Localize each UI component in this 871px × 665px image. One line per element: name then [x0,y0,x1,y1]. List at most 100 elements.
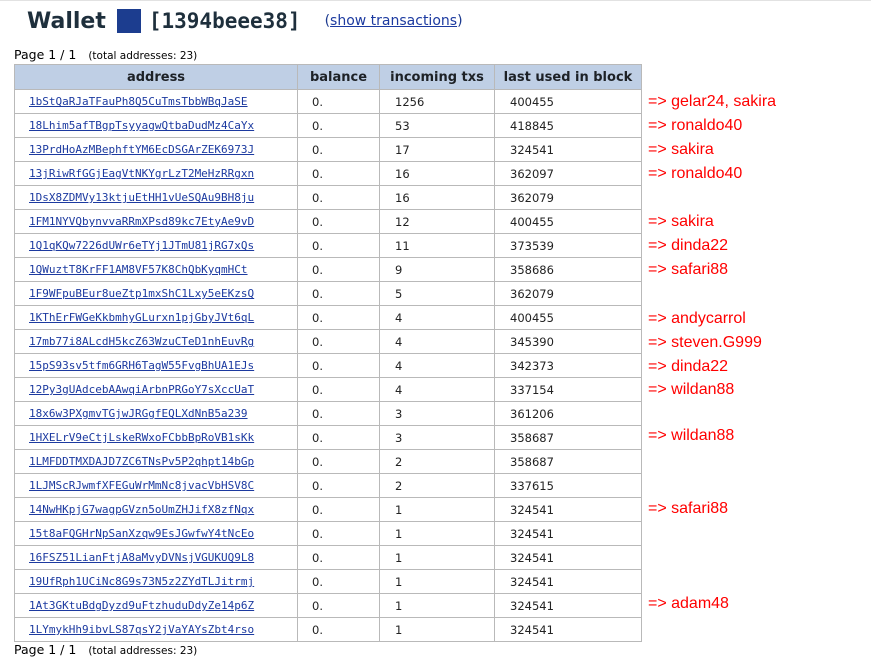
incoming-txs-cell: 1 [379,593,495,618]
table-row: 18Lhim5afTBgpTsyyagwQtbaDudMz4CaYx 0. 53 41… [14,113,642,138]
balance-cell: 0. [297,137,380,162]
address-link[interactable]: 1LJMScRJwmfXFEGuWrMmNc8jvacVbHSV8C [29,479,254,492]
incoming-txs-cell: 3 [379,425,495,450]
address-link[interactable]: 1HXELrV9eCtjLskeRWxoFCbbBpRoVB1sKk [29,431,254,444]
last-block-cell: 324541 [494,497,642,522]
address-link[interactable]: 16FSZ51LianFtjA8aMvyDVNsjVGUKUQ9L8 [29,551,254,564]
column-header-address: address [14,64,298,90]
address-link[interactable]: 1QWuztT8KrFF1AM8VF57K8ChQbKyqmHCt [29,263,248,276]
incoming-txs-cell: 16 [379,185,495,210]
incoming-txs-cell: 16 [379,161,495,186]
address-link[interactable]: 18Lhim5afTBgpTsyyagwQtbaDudMz4CaYx [29,119,254,132]
address-link[interactable]: 1Q1qKQw7226dUWr6eTYj1JTmU81jRG7xQs [29,239,254,252]
balance-cell: 0. [297,521,380,546]
last-block-cell: 418845 [494,113,642,138]
annotation-note: => safari88 [648,500,729,517]
address-link[interactable]: 1FM1NYVQbynvvaRRmXPsd89kc7EtyAe9vD [29,215,254,228]
table-row: 1QWuztT8KrFF1AM8VF57K8ChQbKyqmHCt 0. 9 3586… [14,257,642,282]
incoming-txs-cell: 1 [379,545,495,570]
last-block-cell: 373539 [494,233,642,258]
annotation-note: => wildan88 [648,381,735,398]
balance-cell: 0. [297,209,380,234]
incoming-txs-cell: 4 [379,353,495,378]
last-block-cell: 345390 [494,329,642,354]
address-cell: 1bStQaRJaTFauPh8Q5CuTmsTbbWBqJaSE [14,89,298,114]
annotation-note: => dinda22 [648,237,729,254]
address-link[interactable]: 18x6w3PXgmvTGjwJRGgfEQLXdNnB5a239 [29,407,248,420]
last-block-cell: 324541 [494,521,642,546]
total-addresses: (total addresses: 23) [88,50,198,62]
table-row: 1Q1qKQw7226dUWr6eTYj1JTmU81jRG7xQs 0. 11 37… [14,233,642,258]
incoming-txs-cell: 2 [379,449,495,474]
address-cell: 1LMFDDTMXDAJD7ZC6TNsPv5P2qhpt14bGp [14,449,298,474]
balance-cell: 0. [297,593,380,618]
address-link[interactable]: 19UfRph1UCiNc8G9s73N5z2ZYdTLJitrmj [29,575,254,588]
table-row: 1LMFDDTMXDAJD7ZC6TNsPv5P2qhpt14bGp 0. 2 358… [14,449,642,474]
address-cell: 1F9WFpuBEur8ueZtp1mxShC1Lxy5eEKzsQ [14,281,298,306]
address-link[interactable]: 1LYmykHh9ibvLS87qsY2jVaYAYsZbt4rso [29,623,254,636]
show-transactions-close-paren: ) [457,13,463,29]
balance-cell: 0. [297,473,380,498]
balance-cell: 0. [297,449,380,474]
annotation-note: => andycarrol [648,310,746,327]
balance-cell: 0. [297,281,380,306]
address-link[interactable]: 15t8aFQGHrNpSanXzqw9EsJGwfwY4tNcEo [29,527,254,540]
address-cell: 1At3GKtuBdgDyzd9uFtzhuduDdyZe14p6Z [14,593,298,618]
annotation-note: => safari88 [648,261,729,278]
last-block-cell: 324541 [494,569,642,594]
last-block-cell: 324541 [494,545,642,570]
balance-cell: 0. [297,497,380,522]
incoming-txs-cell: 11 [379,233,495,258]
table-row: 1bStQaRJaTFauPh8Q5CuTmsTbbWBqJaSE 0. 1256 4… [14,89,642,114]
total-addresses: (total addresses: 23) [88,645,198,657]
address-link[interactable]: 1bStQaRJaTFauPh8Q5CuTmsTbbWBqJaSE [29,95,248,108]
pagination-top: Page 1 / 1 (total addresses: 23) [14,47,197,62]
last-block-cell: 400455 [494,89,642,114]
address-link[interactable]: 17mb77i8ALcdH5kcZ63WzuCTeD1nhEuvRg [29,335,254,348]
address-link[interactable]: 1F9WFpuBEur8ueZtp1mxShC1Lxy5eEKzsQ [29,287,254,300]
incoming-txs-cell: 9 [379,257,495,282]
table-row: 16FSZ51LianFtjA8aMvyDVNsjVGUKUQ9L8 0. 1 324… [14,545,642,570]
incoming-txs-cell: 1 [379,521,495,546]
last-block-cell: 400455 [494,209,642,234]
address-table: address balance incoming txs last used i… [14,64,642,642]
annotation-note: => steven.G999 [648,334,762,351]
table-row: 1DsX8ZDMVy13ktjuEtHH1vUeSQAu9BH8ju 0. 16 36… [14,185,642,210]
balance-cell: 0. [297,425,380,450]
table-row: 1F9WFpuBEur8ueZtp1mxShC1Lxy5eEKzsQ 0. 5 362… [14,281,642,306]
address-link[interactable]: 13jRiwRfGGjEagVtNKYgrLzT2MeHzRRgxn [29,167,254,180]
annotation-note: => wildan88 [648,427,735,444]
address-link[interactable]: 12Py3gUAdcebAAwqiArbnPRGoY7sXccUaT [29,383,254,396]
balance-cell: 0. [297,377,380,402]
address-cell: 1LJMScRJwmfXFEGuWrMmNc8jvacVbHSV8C [14,473,298,498]
annotation-note: => sakira [648,141,714,158]
table-row: 1At3GKtuBdgDyzd9uFtzhuduDdyZe14p6Z 0. 1 324… [14,593,642,618]
address-cell: 13PrdHoAzMBephftYM6EcDSGArZEK6973J [14,137,298,162]
last-block-cell: 358686 [494,257,642,282]
address-cell: 18x6w3PXgmvTGjwJRGgfEQLXdNnB5a239 [14,401,298,426]
incoming-txs-cell: 1 [379,569,495,594]
wallet-title: Wallet [27,8,106,34]
address-link[interactable]: 1DsX8ZDMVy13ktjuEtHH1vUeSQAu9BH8ju [29,191,254,204]
address-link[interactable]: 13PrdHoAzMBephftYM6EcDSGArZEK6973J [29,143,254,156]
table-row: 17mb77i8ALcdH5kcZ63WzuCTeD1nhEuvRg 0. 4 345… [14,329,642,354]
last-block-cell: 337615 [494,473,642,498]
address-link[interactable]: 1LMFDDTMXDAJD7ZC6TNsPv5P2qhpt14bGp [29,455,254,468]
address-link[interactable]: 1At3GKtuBdgDyzd9uFtzhuduDdyZe14p6Z [29,599,254,612]
address-link[interactable]: 15pS93sv5tfm6GRH6TagW55FvgBhUA1EJs [29,359,254,372]
show-transactions-link[interactable]: show transactions [330,13,457,29]
page-label: Page 1 / 1 [14,47,77,62]
annotation-note: => sakira [648,213,714,230]
table-row: 19UfRph1UCiNc8G9s73N5z2ZYdTLJitrmj 0. 1 324… [14,569,642,594]
address-link[interactable]: 14NwHKpjG7wagpGVzn5oUmZHJifX8zfNqx [29,503,254,516]
wallet-color-square [116,9,141,33]
address-link[interactable]: 1KThErFWGeKkbmhyGLurxn1pjGbyJVt6qL [29,311,254,324]
balance-cell: 0. [297,233,380,258]
table-row: 15pS93sv5tfm6GRH6TagW55FvgBhUA1EJs 0. 4 342… [14,353,642,378]
address-cell: 14NwHKpjG7wagpGVzn5oUmZHJifX8zfNqx [14,497,298,522]
address-cell: 17mb77i8ALcdH5kcZ63WzuCTeD1nhEuvRg [14,329,298,354]
balance-cell: 0. [297,569,380,594]
last-block-cell: 362097 [494,161,642,186]
incoming-txs-cell: 5 [379,281,495,306]
last-block-cell: 358687 [494,425,642,450]
